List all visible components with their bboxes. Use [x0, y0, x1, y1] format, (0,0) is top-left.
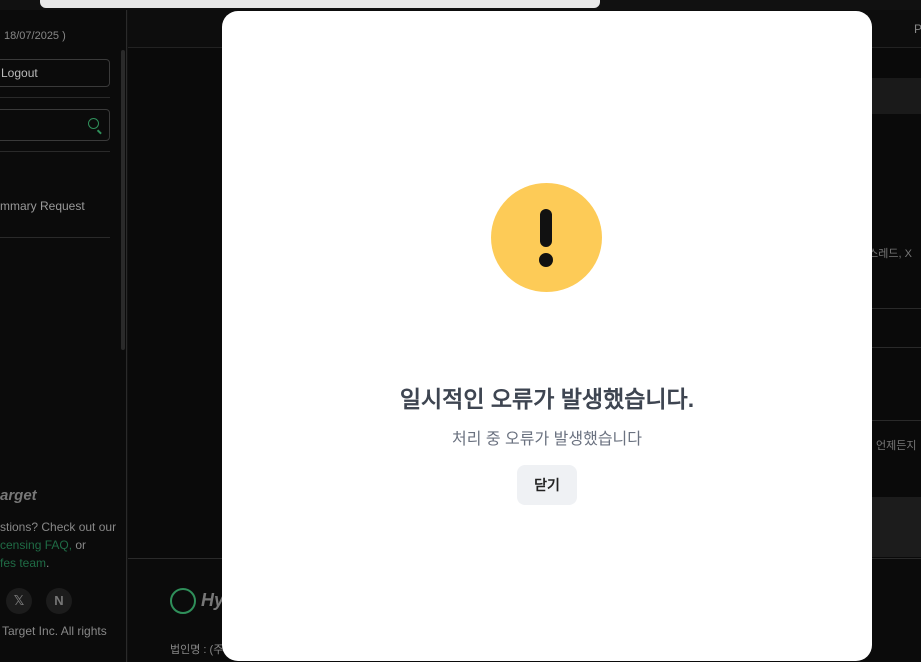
help-text: stions? Check out our censing FAQ, or fe… [0, 518, 125, 572]
modal-title: 일시적인 오류가 발생했습니다. [399, 386, 695, 412]
sidebar-item-summary-request[interactable]: mmary Request [0, 199, 85, 213]
logout-button[interactable]: Logout [0, 59, 110, 87]
sidebar: 18/07/2025 ) Logout mmary Request arget … [0, 10, 127, 662]
browser-top-edge [40, 0, 600, 8]
header-nav-item[interactable]: P [914, 22, 921, 36]
session-date: 18/07/2025 ) [4, 30, 66, 42]
help-text-line: stions? Check out our [0, 520, 117, 534]
help-text-period: . [46, 556, 50, 570]
footer-logo-icon [170, 588, 196, 614]
search-input[interactable] [0, 109, 110, 141]
exclamation-bar [540, 209, 552, 247]
copyright-text: Target Inc. All rights [2, 624, 107, 638]
sidebar-scrollbar[interactable] [121, 50, 125, 350]
team-link[interactable]: fes team [0, 556, 46, 570]
error-modal: 일시적인 오류가 발생했습니다. 처리 중 오류가 발생했습니다 닫기 [222, 11, 872, 661]
divider [0, 97, 110, 98]
n-social-icon[interactable]: N [46, 588, 72, 614]
warning-icon [491, 183, 602, 292]
licensing-faq-link[interactable]: censing FAQ, [0, 538, 72, 552]
divider [0, 237, 110, 238]
help-text-or: or [72, 538, 87, 552]
search-icon[interactable] [88, 118, 99, 129]
modal-description: 처리 중 오류가 발생했습니다 [452, 431, 642, 448]
exclamation-dot [539, 253, 553, 267]
content-text: 언제든지 [876, 440, 917, 452]
close-button[interactable]: 닫기 [517, 465, 577, 505]
footer-corp-name: 법인명 : (주 [170, 644, 224, 656]
x-social-icon[interactable]: 𝕏 [6, 588, 32, 614]
brand-logo-text: arget [0, 487, 37, 504]
divider [0, 151, 110, 152]
footer-logo-text: Hy [201, 590, 225, 610]
